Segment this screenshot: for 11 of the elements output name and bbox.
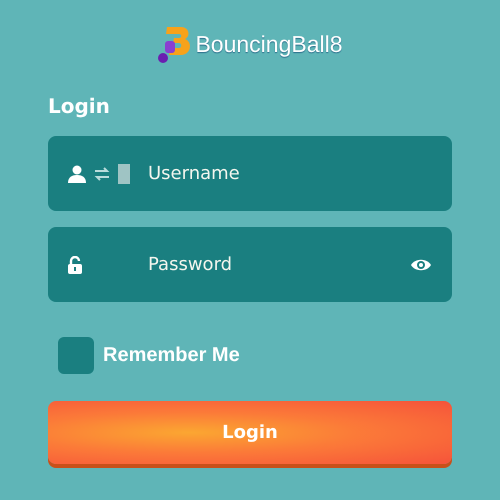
swap-icon (94, 166, 110, 180)
user-icon (68, 164, 86, 182)
remember-label: Remember Me (103, 344, 240, 367)
bar-icon (118, 164, 130, 184)
unlocked-padlock-icon (68, 256, 82, 274)
form-heading: Login (48, 94, 111, 120)
login-button[interactable]: Login (48, 401, 452, 464)
logo-text: BouncingBall8 (195, 30, 343, 58)
password-field[interactable]: Password (148, 254, 410, 275)
username-field[interactable]: Username (148, 163, 432, 184)
remember-checkbox[interactable] (58, 337, 94, 374)
